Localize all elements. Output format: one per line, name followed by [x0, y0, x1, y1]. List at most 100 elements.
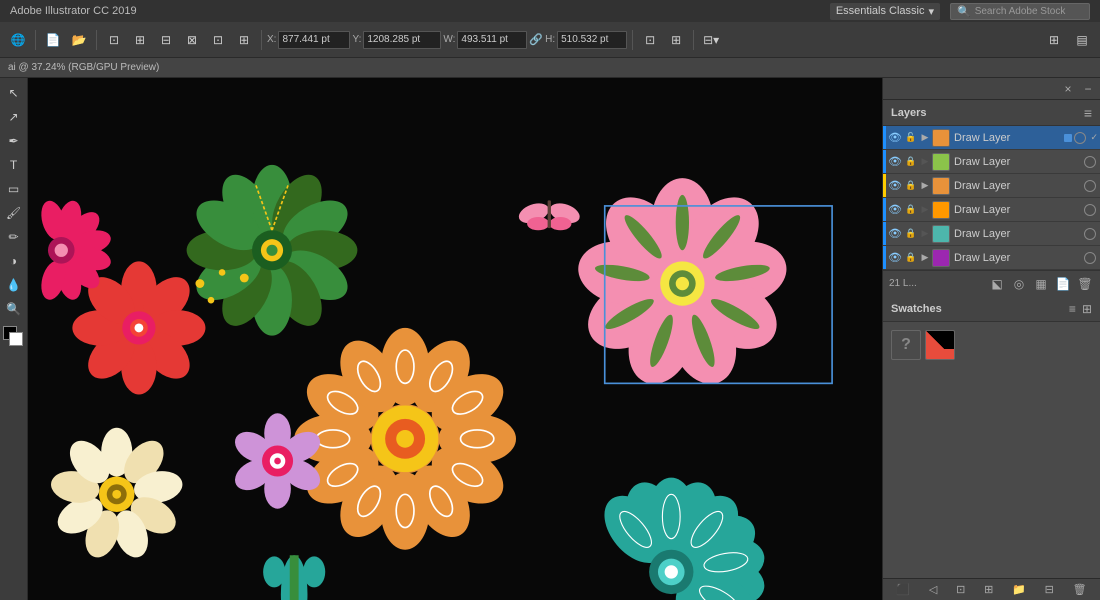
- main-toolbar: 🌐 📄 📂 ⊡ ⊞ ⊟ ⊠ ⊡ ⊞ X: Y: W: 🔗 H: ⊡ ⊞ ⊟▾ ⊞…: [0, 22, 1100, 58]
- layer-visibility-dot-3[interactable]: [1084, 204, 1096, 216]
- swatch-pattern-1[interactable]: [925, 330, 955, 360]
- swatches-list-btn[interactable]: ≡: [1069, 302, 1076, 316]
- fill-stroke[interactable]: [3, 326, 25, 348]
- layer-visibility-dot-5[interactable]: [1084, 252, 1096, 264]
- panel-topbar: × −: [883, 78, 1100, 100]
- layer-visibility-dot-1[interactable]: [1084, 156, 1096, 168]
- status-btn-5[interactable]: 📁: [1009, 583, 1029, 596]
- layer-lock-1[interactable]: 🔒: [904, 156, 918, 167]
- x-input[interactable]: [278, 31, 350, 49]
- layer-visibility-dot-2[interactable]: [1084, 180, 1096, 192]
- make-sublayer-btn[interactable]: ⬕: [988, 275, 1006, 293]
- layer-expand-2[interactable]: ▶: [918, 180, 932, 191]
- distribute-btn[interactable]: ⊠: [180, 28, 204, 52]
- status-btn-2[interactable]: ◁: [926, 583, 940, 596]
- transform-btn[interactable]: ⊡: [638, 28, 662, 52]
- type-tool[interactable]: T: [3, 154, 25, 176]
- layer-swatch-4: [932, 225, 950, 243]
- layer-visibility-dot-0[interactable]: [1074, 132, 1086, 144]
- status-btn-1[interactable]: ⬛: [893, 583, 913, 596]
- layer-expand-3[interactable]: ▶: [918, 204, 932, 215]
- workspace-selector[interactable]: Essentials Classic ▾: [830, 3, 940, 20]
- locate-btn[interactable]: ◎: [1010, 275, 1028, 293]
- workspace-name: Essentials Classic: [836, 5, 925, 17]
- pencil-tool[interactable]: ✏: [3, 226, 25, 248]
- more-align-btn[interactable]: ⊡: [206, 28, 230, 52]
- globe-btn[interactable]: 🌐: [6, 28, 30, 52]
- panels-btn[interactable]: ▤: [1070, 28, 1094, 52]
- close-panel-btn[interactable]: ×: [1060, 81, 1076, 97]
- swatches-content: ?: [883, 322, 1100, 368]
- layer-eye-5[interactable]: 👁: [886, 251, 904, 264]
- status-btn-6[interactable]: ⊟: [1042, 583, 1057, 596]
- layer-expand-5[interactable]: ▶: [918, 252, 932, 263]
- select-tool[interactable]: ↖: [3, 82, 25, 104]
- left-tools-panel: ↖ ↗ ✒ T ▭ 🖌 ✏ ◑ 💧 🔍: [0, 78, 28, 600]
- document-tab[interactable]: ai @ 37.24% (RGB/GPU Preview): [0, 58, 1100, 78]
- zoom-tool[interactable]: 🔍: [3, 298, 25, 320]
- x-coord-group: X: Y: W: 🔗 H:: [267, 31, 627, 49]
- layer-expand-0[interactable]: ▶: [918, 132, 932, 143]
- align-right-btn[interactable]: ⊟: [154, 28, 178, 52]
- new-layer-btn[interactable]: 📄: [1054, 275, 1072, 293]
- layer-name-0: Draw Layer: [954, 132, 1064, 144]
- arrange-windows-btn[interactable]: ⊞: [1042, 28, 1066, 52]
- layer-lock-4[interactable]: 🔒: [904, 228, 918, 239]
- align-left-btn[interactable]: ⊡: [102, 28, 126, 52]
- layer-name-1: Draw Layer: [954, 156, 1084, 168]
- layer-row-1[interactable]: 👁 🔒 ▶ Draw Layer: [883, 150, 1100, 174]
- layer-visibility-dot-4[interactable]: [1084, 228, 1096, 240]
- layer-row-0[interactable]: 👁 🔓 ▶ Draw Layer ✓: [883, 126, 1100, 150]
- brush-tool[interactable]: 🖌: [3, 202, 25, 224]
- swatch-none[interactable]: ?: [891, 330, 921, 360]
- layer-row-5[interactable]: 👁 🔒 ▶ Draw Layer: [883, 246, 1100, 270]
- w-input[interactable]: [457, 31, 527, 49]
- open-btn[interactable]: 📂: [67, 28, 91, 52]
- layer-lock-5[interactable]: 🔒: [904, 252, 918, 263]
- shape-tool[interactable]: ▭: [3, 178, 25, 200]
- new-btn[interactable]: 📄: [41, 28, 65, 52]
- blend-tool[interactable]: ◑: [3, 250, 25, 272]
- swatches-grid-btn[interactable]: ⊞: [1082, 302, 1092, 316]
- layer-rows-container: 👁 🔓 ▶ Draw Layer ✓ 👁 🔒 ▶: [883, 126, 1100, 270]
- link-icon: 🔗: [529, 33, 543, 46]
- title-bar: Adobe Illustrator CC 2019 Essentials Cla…: [0, 0, 1100, 22]
- status-btn-4[interactable]: ⊞: [981, 583, 996, 596]
- layer-row-4[interactable]: 👁 🔒 ▶ Draw Layer: [883, 222, 1100, 246]
- layers-panel: Layers ≡ 👁 🔓 ▶ Draw Layer ✓: [883, 100, 1100, 296]
- layer-eye-3[interactable]: 👁: [886, 203, 904, 216]
- more-btn[interactable]: ⊟▾: [699, 28, 723, 52]
- layer-row-2[interactable]: 👁 🔒 ▶ Draw Layer: [883, 174, 1100, 198]
- layer-lock-0[interactable]: 🔓: [904, 132, 918, 143]
- layer-name-2: Draw Layer: [954, 180, 1084, 192]
- y-input[interactable]: [363, 31, 441, 49]
- eyedropper-tool[interactable]: 💧: [3, 274, 25, 296]
- status-btn-3[interactable]: ⊡: [953, 583, 968, 596]
- collapse-panel-btn[interactable]: −: [1080, 81, 1096, 97]
- layer-expand-4[interactable]: ▶: [918, 228, 932, 239]
- layer-eye-4[interactable]: 👁: [886, 227, 904, 240]
- layer-eye-2[interactable]: 👁: [886, 179, 904, 192]
- pen-tool[interactable]: ✒: [3, 130, 25, 152]
- collect-btn[interactable]: ▦: [1032, 275, 1050, 293]
- status-btn-7[interactable]: 🗑: [1070, 583, 1090, 596]
- align-center-btn[interactable]: ⊞: [128, 28, 152, 52]
- swatches-panel-header: Swatches ≡ ⊞: [883, 296, 1100, 322]
- layers-menu-icon[interactable]: ≡: [1084, 105, 1092, 121]
- h-input[interactable]: [557, 31, 627, 49]
- stock-search-bar[interactable]: 🔍 Search Adobe Stock: [950, 3, 1090, 20]
- direct-select-tool[interactable]: ↗: [3, 106, 25, 128]
- layer-lock-2[interactable]: 🔒: [904, 180, 918, 191]
- layer-lock-3[interactable]: 🔒: [904, 204, 918, 215]
- grid-btn[interactable]: ⊞: [232, 28, 256, 52]
- layer-expand-1[interactable]: ▶: [918, 156, 932, 167]
- layer-eye-0[interactable]: 👁: [886, 131, 904, 144]
- layer-swatch-0: [932, 129, 950, 147]
- delete-layer-btn[interactable]: 🗑: [1076, 275, 1094, 293]
- layer-check-${i}: ✓: [1090, 132, 1098, 143]
- layer-eye-1[interactable]: 👁: [886, 155, 904, 168]
- swatches-panel: Swatches ≡ ⊞ ?: [883, 296, 1100, 578]
- arrange-btn[interactable]: ⊞: [664, 28, 688, 52]
- layer-row-3[interactable]: 👁 🔒 ▶ Draw Layer: [883, 198, 1100, 222]
- layer-name-5: Draw Layer: [954, 252, 1084, 264]
